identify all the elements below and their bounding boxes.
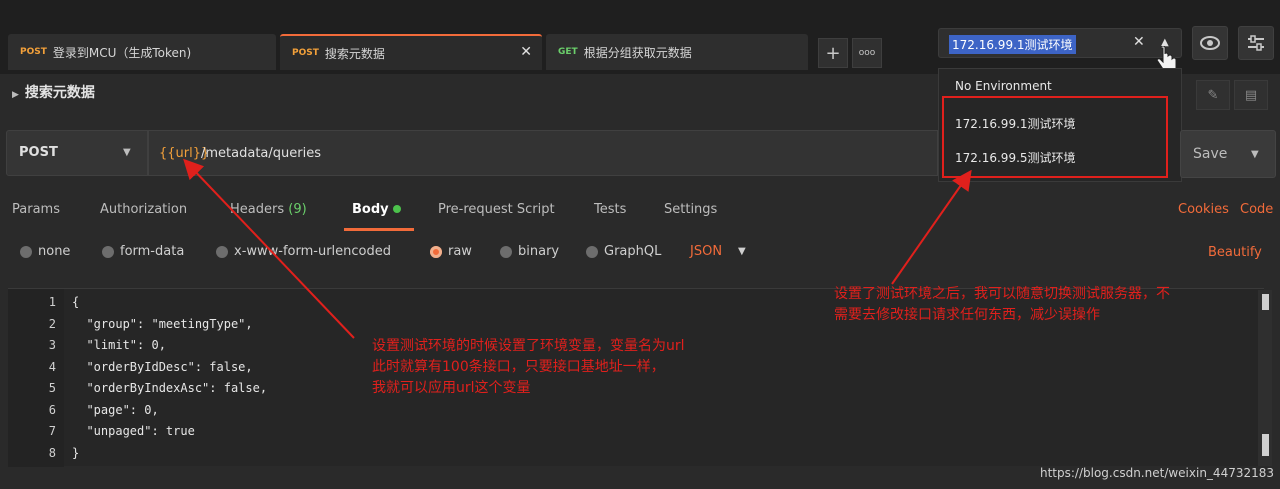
note-line: 此时就算有100条接口，只要接口基地址一样， <box>372 359 665 375</box>
annotation-arrows <box>183 158 972 339</box>
watermark: https://blog.csdn.net/weixin_44732183 <box>1040 466 1275 480</box>
annotation-note-right: 设置了测试环境之后，我可以随意切换测试服务器，不 需要去修改接口请求任何东西，减… <box>834 284 1170 326</box>
annotation-arrow <box>891 169 972 285</box>
note-line: 我就可以应用url这个变量 <box>372 380 531 396</box>
annotation-note-left: 设置测试环境的时候设置了环境变量，变量名为url 此时就算有100条接口，只要接… <box>372 336 685 399</box>
annotation-arrow <box>183 158 355 339</box>
note-line: 需要去修改接口请求任何东西，减少误操作 <box>834 307 1100 323</box>
note-line: 设置了测试环境之后，我可以随意切换测试服务器，不 <box>834 286 1170 302</box>
note-line: 设置测试环境的时候设置了环境变量，变量名为url <box>372 338 685 354</box>
